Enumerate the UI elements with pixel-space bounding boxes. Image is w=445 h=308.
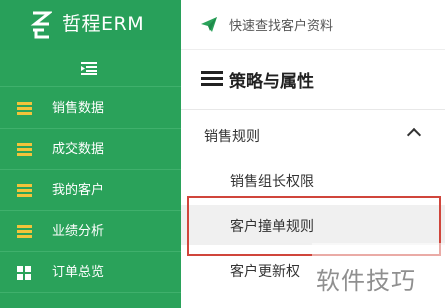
watermark-text: 软件技巧 — [316, 267, 416, 295]
menu-item-label: 客户撞单规则 — [230, 219, 314, 235]
lines-icon — [17, 143, 32, 156]
menu-item-team-leader-permission[interactable]: 销售组长权限 — [181, 160, 445, 200]
lines-icon — [17, 225, 32, 238]
sidebar-item-label: 业绩分析 — [52, 224, 105, 239]
watermark: 软件技巧 — [312, 243, 445, 308]
collapse-menu-icon — [81, 62, 97, 75]
group-sales-rules[interactable]: 销售规则 — [181, 110, 445, 158]
lines-icon — [17, 184, 32, 197]
sidebar-item-orders[interactable]: 订单总览 — [0, 252, 181, 293]
menu-item-duplicate-order-rules[interactable]: 客户撞单规则 — [181, 205, 445, 245]
menu-item-label: 客户更新权 — [230, 264, 300, 280]
topbar: 快速查找客户资料 — [181, 0, 445, 50]
panel-header: 策略与属性 — [181, 50, 445, 110]
grid-icon — [17, 266, 32, 280]
brand-name: 哲程ERM — [62, 13, 145, 35]
sidebar: 哲程ERM 销售数据 成交数据 我的客户 业绩分析 订单总览 — [0, 0, 181, 308]
chevron-up-icon — [406, 127, 422, 143]
sidebar-item-performance[interactable]: 业绩分析 — [0, 211, 181, 252]
sidebar-item-deal-data[interactable]: 成交数据 — [0, 129, 181, 170]
panel-title: 策略与属性 — [229, 72, 314, 92]
sidebar-item-label: 成交数据 — [52, 142, 105, 157]
sidebar-item-sales-data[interactable]: 销售数据 — [0, 88, 181, 129]
menu-item-label: 销售组长权限 — [230, 174, 314, 190]
sidebar-collapse-toggle[interactable] — [0, 50, 181, 87]
logo-bar: 哲程ERM — [0, 0, 181, 50]
sidebar-item-my-customers[interactable]: 我的客户 — [0, 170, 181, 211]
quick-search-link[interactable]: 快速查找客户资料 — [229, 15, 333, 34]
sidebar-item-label: 我的客户 — [52, 183, 105, 198]
group-label: 销售规则 — [204, 129, 260, 145]
list-icon — [201, 71, 223, 88]
sidebar-item-label: 销售数据 — [52, 101, 105, 116]
sidebar-item-label: 订单总览 — [52, 265, 105, 280]
paper-plane-icon — [201, 17, 217, 32]
lines-icon — [17, 102, 32, 115]
logo-icon — [30, 11, 52, 39]
